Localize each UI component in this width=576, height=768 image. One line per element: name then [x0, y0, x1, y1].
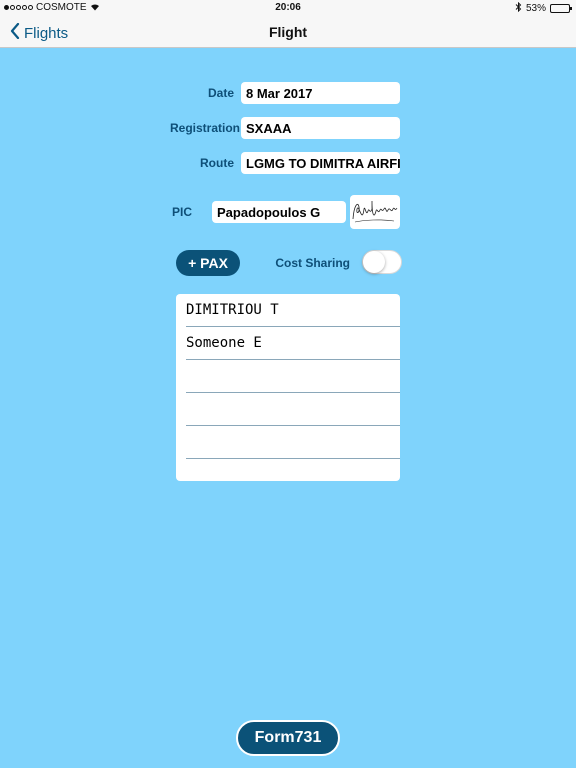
- passenger-list: DIMITRIOU T Someone E: [176, 294, 400, 481]
- passenger-line-2[interactable]: Someone E: [186, 327, 400, 360]
- status-bar: COSMOTE 20:06 53%: [0, 0, 576, 16]
- date-row: Date 8 Mar 2017: [170, 82, 400, 104]
- status-time: 20:06: [275, 2, 301, 13]
- registration-row: Registration SXAAA: [170, 117, 400, 139]
- form731-button[interactable]: Form731: [236, 720, 340, 756]
- pic-label: PIC: [171, 205, 192, 219]
- add-pax-button[interactable]: + PAX: [176, 250, 240, 276]
- cost-sharing-toggle[interactable]: [362, 250, 402, 274]
- battery-icon: [550, 4, 572, 13]
- registration-field[interactable]: SXAAA: [241, 117, 400, 139]
- registration-label: Registration: [170, 121, 241, 135]
- battery-percent: 53%: [525, 3, 546, 14]
- passenger-line-5[interactable]: [186, 426, 400, 459]
- passenger-line-4[interactable]: [186, 393, 400, 426]
- status-right: 53%: [515, 1, 572, 15]
- passenger-line-3[interactable]: [186, 360, 400, 393]
- page-title: Flight: [268, 24, 308, 40]
- signature-image: [352, 200, 398, 223]
- pic-row: PIC Papadopoulos G: [170, 201, 346, 223]
- signature-box[interactable]: [350, 195, 400, 229]
- route-row: Route LGMG TO DIMITRA AIRFIELD: [170, 152, 400, 174]
- navigation-bar: Flights Flight: [0, 16, 576, 48]
- route-field[interactable]: LGMG TO DIMITRA AIRFIELD: [241, 152, 400, 174]
- bluetooth-icon: [515, 1, 522, 15]
- route-label: Route: [200, 156, 234, 170]
- pic-field[interactable]: Papadopoulos G: [212, 201, 346, 223]
- date-label: Date: [207, 86, 234, 100]
- cost-sharing-label: Cost Sharing: [275, 256, 350, 270]
- passenger-line-1[interactable]: DIMITRIOU T: [186, 294, 400, 327]
- date-field[interactable]: 8 Mar 2017: [241, 82, 400, 104]
- toggle-knob: [363, 251, 385, 273]
